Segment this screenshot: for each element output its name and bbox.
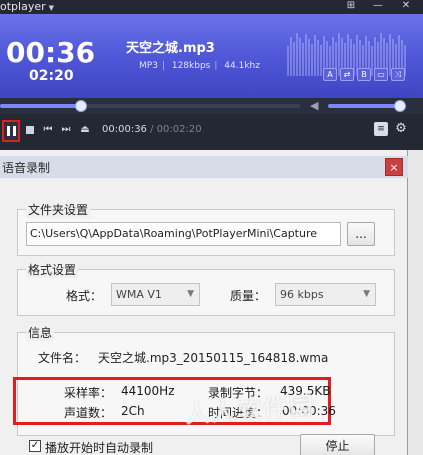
filename-label: 文件名：	[38, 351, 87, 365]
format-settings-label: 格式设置	[26, 261, 79, 278]
close-icon[interactable]: ×	[385, 158, 403, 176]
browse-button[interactable]: ...	[347, 222, 375, 246]
seek-slider[interactable]	[0, 100, 300, 112]
track-info: MP3 | 128kbps | 44.1khz	[139, 61, 260, 71]
app-menu-button[interactable]: otplayer ▼	[0, 0, 54, 15]
spectrum-bar	[308, 39, 310, 76]
format-select[interactable]: WMA V1 ▼	[111, 283, 200, 306]
folder-settings-group: 文件夹设置 C:\Users\Q\AppData\Roaming\PotPlay…	[17, 201, 395, 256]
elapsed-time-large: 00:36	[6, 36, 96, 69]
transport-controls: ⏮ ⏭ ⏏ 00:00:36 / 00:02:20 ≡ ⚙	[0, 114, 423, 150]
random-icon[interactable]: ⤨	[391, 68, 405, 81]
time-separator: /	[150, 124, 154, 135]
volume-fill	[328, 104, 401, 108]
volume-slider[interactable]	[328, 100, 407, 112]
pause-button[interactable]	[2, 120, 20, 142]
chevron-down-icon: ▼	[48, 4, 55, 12]
ab-repeat-b-icon[interactable]: B	[357, 68, 371, 81]
time-total: 00:02:20	[156, 124, 202, 135]
track-title: 天空之城.mp3	[126, 41, 215, 56]
filename-value: 天空之城.mp3_20150115_164818.wma	[98, 351, 329, 365]
player-titlebar: otplayer ▼ ⊞ — ✕	[0, 0, 423, 14]
chevron-down-icon: ▼	[363, 289, 370, 299]
next-icon[interactable]: ⏭	[59, 122, 73, 138]
quality-label: 质量：	[230, 289, 267, 303]
quality-select[interactable]: 96 kbps ▼	[275, 283, 376, 306]
format-settings-group: 格式设置 格式： WMA V1 ▼ 质量： 96 kbps ▼	[17, 261, 395, 316]
playlist-icon[interactable]: ≡	[374, 122, 388, 136]
spectrum-bar	[302, 43, 304, 76]
spectrum-bar	[290, 37, 292, 76]
spectrum-bar	[314, 35, 316, 76]
pin-icon[interactable]: ⊞	[343, 0, 359, 13]
minimize-icon[interactable]: —	[370, 0, 386, 13]
channels-label: 声道数：	[64, 406, 113, 420]
stop-button[interactable]	[23, 122, 37, 138]
now-playing-display: 00:36 02:20 天空之城.mp3 MP3 | 128kbps | 44.1k…	[0, 14, 423, 98]
ab-repeat-a-icon[interactable]: A	[323, 68, 337, 81]
time-readout: 00:00:36 / 00:02:20	[102, 124, 202, 135]
previous-icon[interactable]: ⏮	[41, 122, 55, 138]
info-label: 信息	[26, 324, 55, 341]
app-title: otplayer	[0, 0, 46, 13]
track-bitrate: 128kbps	[171, 61, 211, 71]
format-value: WMA V1	[116, 288, 162, 301]
volume-icon[interactable]: ◀	[310, 99, 318, 112]
spectrum-bar	[320, 45, 322, 76]
spectrum-bar	[296, 33, 298, 76]
spectrum-bar	[311, 44, 313, 76]
track-format: MP3	[139, 61, 158, 71]
time-elapsed: 00:00:36	[102, 124, 147, 135]
close-icon[interactable]: ✕	[398, 0, 414, 13]
gear-icon[interactable]: ⚙	[394, 122, 408, 136]
player-window: otplayer ▼ ⊞ — ✕ 00:36 02:20 天空之城.mp3 MP3…	[0, 0, 423, 150]
spectrum-bar	[299, 38, 301, 76]
chevron-down-icon: ▼	[187, 289, 194, 299]
auto-record-checkbox[interactable]: ✓	[29, 440, 41, 452]
spectrum-bar	[293, 42, 295, 76]
format-label: 格式：	[66, 289, 103, 303]
folder-settings-label: 文件夹设置	[26, 201, 91, 218]
seek-handle[interactable]	[75, 100, 87, 112]
dialog-title: 语音录制	[2, 161, 51, 175]
stop-button[interactable]: 停止	[300, 434, 375, 455]
samplerate-value: 44100Hz	[121, 384, 175, 398]
spectrum-bar	[305, 34, 307, 76]
subtitle-icon[interactable]: ▭	[374, 68, 388, 81]
samplerate-label: 采样率：	[64, 386, 113, 400]
folder-path-field[interactable]: C:\Users\Q\AppData\Roaming\PotPlayerMini…	[26, 222, 341, 246]
track-samplerate: 44.1khz	[224, 61, 260, 71]
seek-fill	[0, 104, 81, 108]
shuffle-icon[interactable]: ⇄	[340, 68, 354, 81]
channels-value: 2Ch	[121, 404, 145, 418]
total-time-small: 02:20	[29, 68, 74, 84]
dialog-titlebar: 语音录制 ×	[0, 156, 408, 178]
seek-bar-area: ◀	[0, 98, 423, 114]
spectrum-bar	[287, 46, 289, 76]
volume-handle[interactable]	[394, 100, 407, 112]
mode-button-group: A ⇄ B ▭ ⤨	[323, 68, 405, 81]
quality-value: 96 kbps	[280, 288, 324, 301]
eject-icon[interactable]: ⏏	[78, 122, 92, 138]
auto-record-label: 播放开始时自动录制	[45, 441, 154, 455]
spectrum-bar	[317, 40, 319, 76]
